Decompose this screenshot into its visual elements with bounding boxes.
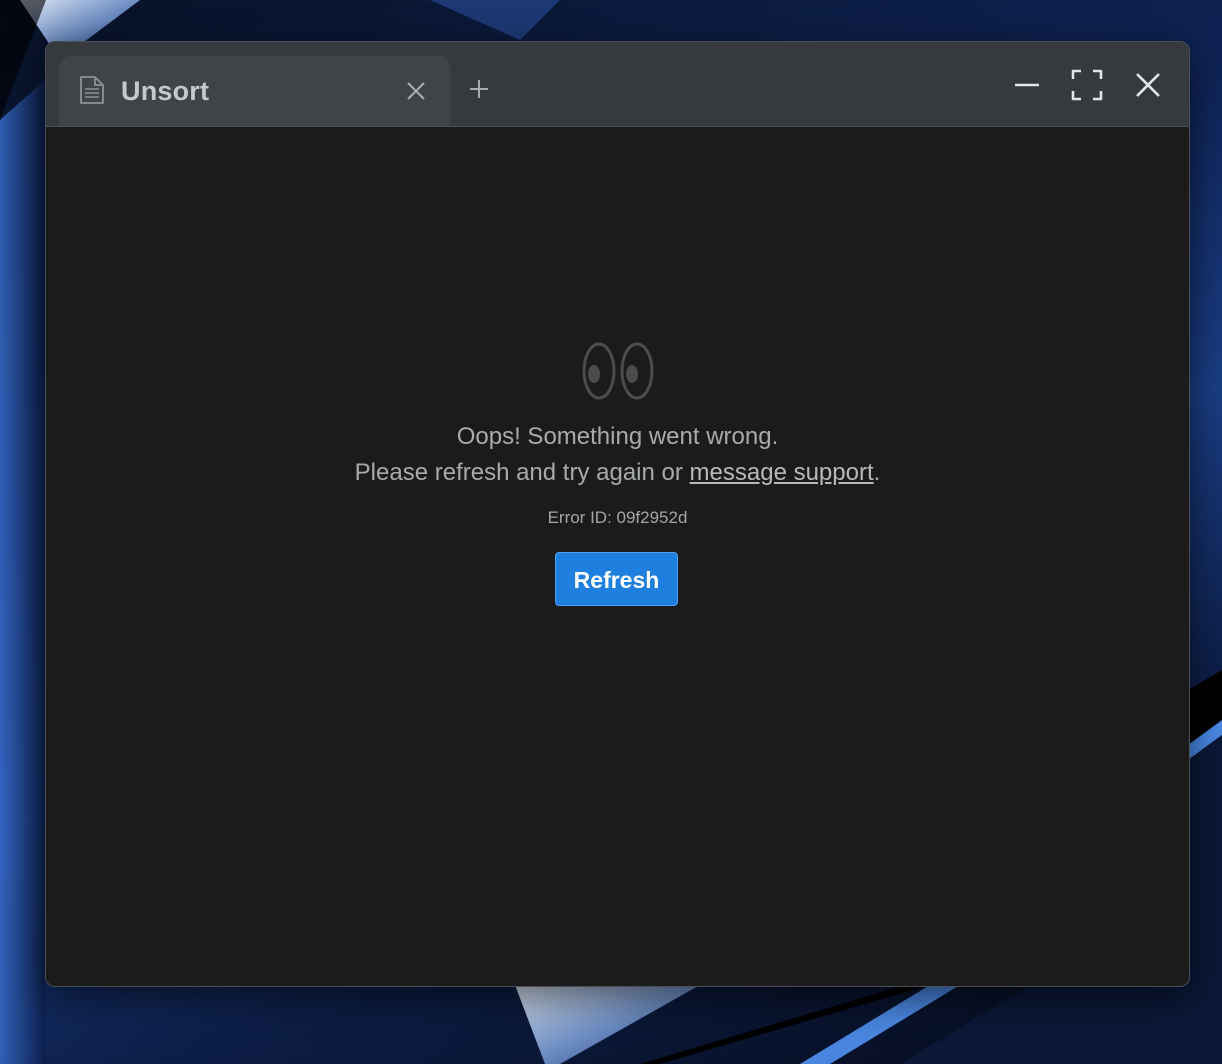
window-close-icon[interactable] xyxy=(1131,68,1165,102)
tab-unsort[interactable]: Unsort xyxy=(59,56,450,126)
title-bar: Unsort xyxy=(46,42,1189,127)
error-message-suffix: . xyxy=(873,459,881,486)
error-content: Oops! Something went wrong. Please refre… xyxy=(46,127,1189,986)
error-message: Please refresh and try again or message … xyxy=(46,459,1189,487)
fullscreen-icon[interactable] xyxy=(1070,68,1104,102)
plus-icon[interactable] xyxy=(468,78,490,100)
error-heading: Oops! Something went wrong. xyxy=(456,423,779,450)
message-support-link[interactable]: message support xyxy=(690,459,874,486)
tab-title: Unsort xyxy=(121,76,210,106)
document-icon xyxy=(80,76,104,104)
error-message-text: Please refresh and try again or xyxy=(354,459,690,486)
eyes-icon xyxy=(582,342,654,400)
app-window: Unsort Oops! Something went wrong. Pleas… xyxy=(45,41,1190,987)
error-id: Error ID: 09f2952d xyxy=(547,508,688,527)
minimize-icon[interactable] xyxy=(1010,68,1044,102)
close-icon[interactable] xyxy=(405,80,427,102)
refresh-button[interactable]: Refresh xyxy=(555,552,678,606)
